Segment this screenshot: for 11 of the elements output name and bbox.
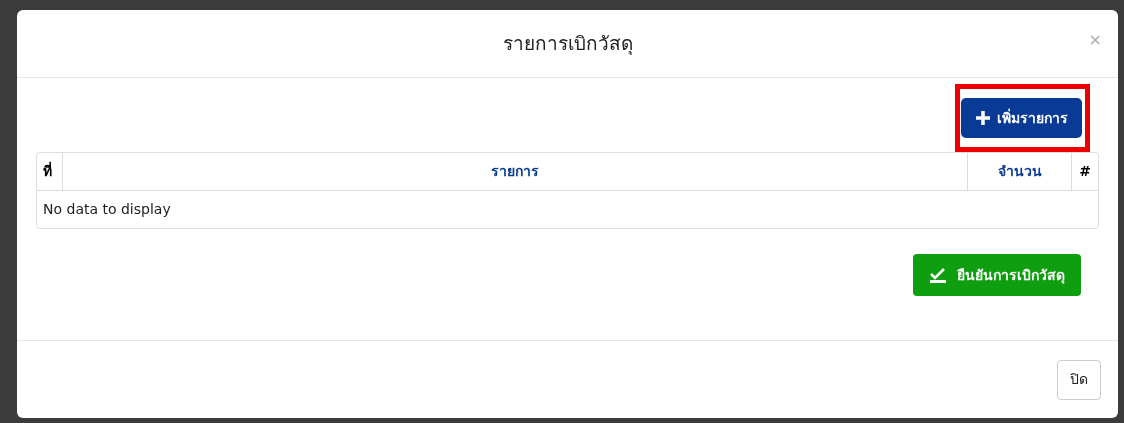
column-header: ที่ (37, 153, 63, 190)
confirm-button[interactable]: ยืนยันการเบิกวัสดุ (913, 254, 1081, 296)
empty-message: No data to display (43, 200, 171, 219)
column-header: # (1078, 162, 1092, 181)
column-header: จำนวน (968, 153, 1072, 190)
plus-icon (975, 110, 991, 126)
modal-title: รายการเบิกวัสดุ (502, 31, 633, 57)
add-item-button[interactable]: เพิ่มรายการ (961, 98, 1082, 138)
column-header: รายการ (63, 153, 968, 190)
close-footer-button[interactable]: ปิด (1057, 359, 1101, 400)
check-tray-icon (929, 267, 947, 283)
